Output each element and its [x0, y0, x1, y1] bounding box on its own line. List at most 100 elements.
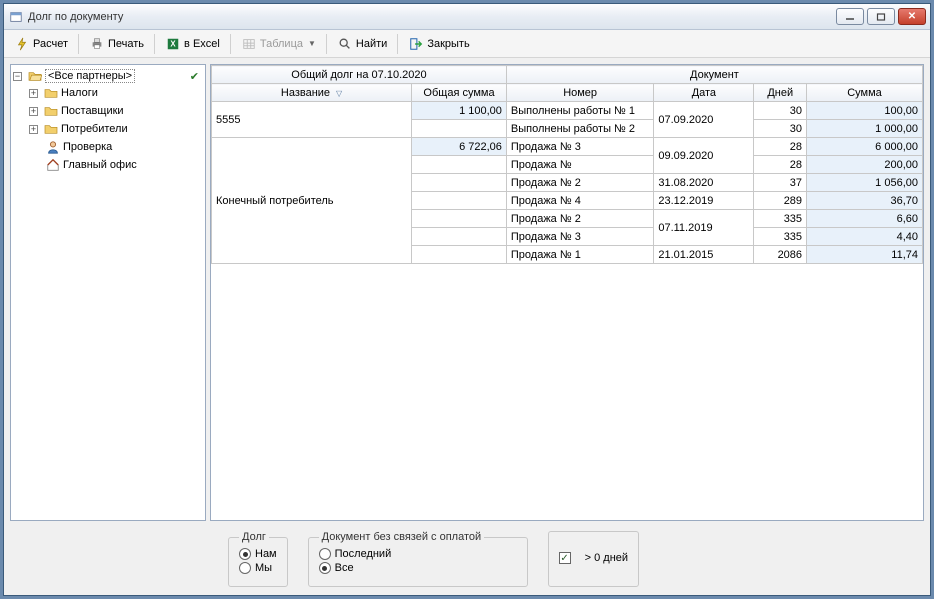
radio-icon	[239, 548, 251, 560]
collapse-icon[interactable]: −	[13, 72, 22, 81]
home-icon	[45, 157, 61, 173]
check-icon: ✔	[190, 70, 203, 83]
svg-text:X: X	[170, 39, 176, 48]
cell-sum: 6,60	[807, 210, 923, 228]
col-sum[interactable]: Сумма	[807, 84, 923, 102]
cell-name: 5555	[212, 102, 412, 138]
toolbar-sep	[326, 34, 327, 54]
maximize-button[interactable]	[867, 8, 895, 25]
docopt-legend: Документ без связей с оплатой	[319, 531, 485, 543]
cell-date: 31.08.2020	[654, 174, 754, 192]
table-row[interactable]: 5555 1 100,00 Выполнены работы № 1 07.09…	[212, 102, 923, 120]
toolbar-sep	[154, 34, 155, 54]
days-label: > 0 дней	[585, 552, 628, 564]
expand-icon[interactable]: +	[29, 89, 38, 98]
cell-days: 335	[754, 228, 807, 246]
col-name[interactable]: Название▽	[212, 84, 412, 102]
cell-sum: 1 000,00	[807, 120, 923, 138]
radio-icon	[319, 548, 331, 560]
docopt-last-radio[interactable]: Последний	[319, 547, 517, 561]
header-total-debt[interactable]: Общий долг на 07.10.2020	[212, 66, 507, 84]
find-label: Найти	[356, 38, 387, 50]
debt-my-radio[interactable]: Мы	[239, 561, 277, 575]
exit-icon	[408, 36, 424, 52]
debt-grid[interactable]: Общий долг на 07.10.2020 Документ Назван…	[210, 64, 924, 521]
find-button[interactable]: Найти	[331, 34, 393, 54]
cell-date: 07.09.2020	[654, 102, 754, 138]
table-button[interactable]: Таблица ▼	[235, 34, 322, 54]
search-icon	[337, 36, 353, 52]
checkbox-icon	[559, 552, 571, 564]
header-doc[interactable]: Документ	[506, 66, 922, 84]
cell-days: 289	[754, 192, 807, 210]
docopt-all-radio[interactable]: Все	[319, 561, 517, 575]
close-label: Закрыть	[427, 38, 469, 50]
app-icon	[8, 9, 24, 25]
cell-total: 6 722,06	[412, 138, 507, 156]
radio-icon	[319, 562, 331, 574]
tree-label: Проверка	[63, 141, 112, 153]
col-days[interactable]: Дней	[754, 84, 807, 102]
cell-doc: Продажа № 2	[506, 174, 653, 192]
chevron-down-icon: ▼	[306, 39, 316, 48]
print-button[interactable]: Печать	[83, 34, 150, 54]
close-button[interactable]: Закрыть	[402, 34, 475, 54]
expand-icon[interactable]: +	[29, 107, 38, 116]
cell-sum: 100,00	[807, 102, 923, 120]
tree-item-taxes[interactable]: + Налоги	[29, 85, 203, 101]
table-row[interactable]: Конечный потребитель 6 722,06 Продажа № …	[212, 138, 923, 156]
minimize-button[interactable]	[836, 8, 864, 25]
print-label: Печать	[108, 38, 144, 50]
calc-button[interactable]: Расчет	[8, 34, 74, 54]
days-check[interactable]: > 0 дней	[559, 551, 628, 565]
cell-days: 37	[754, 174, 807, 192]
printer-icon	[89, 36, 105, 52]
debt-nam-radio[interactable]: Нам	[239, 547, 277, 561]
col-date[interactable]: Дата	[654, 84, 754, 102]
cell-days: 28	[754, 138, 807, 156]
toolbar-sep	[78, 34, 79, 54]
col-num[interactable]: Номер	[506, 84, 653, 102]
window-title: Долг по документу	[28, 11, 836, 23]
tree-item-check[interactable]: Проверка	[29, 139, 203, 155]
partner-tree[interactable]: − <Все партнеры> ✔ + Налоги	[10, 64, 206, 521]
footer-panel: Долг Нам Мы Документ без связей с оплато…	[4, 527, 930, 595]
folder-icon	[43, 85, 59, 101]
cell-doc: Продажа № 4	[506, 192, 653, 210]
debt-legend: Долг	[239, 531, 269, 543]
cell-days: 30	[754, 120, 807, 138]
excel-button[interactable]: X в Excel	[159, 34, 226, 54]
col-total[interactable]: Общая сумма	[412, 84, 507, 102]
tree-item-consumers[interactable]: + Потребители	[29, 121, 203, 137]
days-group: > 0 дней	[548, 531, 639, 587]
close-window-button[interactable]: ✕	[898, 8, 926, 25]
tree-root[interactable]: − <Все партнеры> ✔	[13, 68, 203, 84]
tree-item-suppliers[interactable]: + Поставщики	[29, 103, 203, 119]
app-window: Долг по документу ✕ Расчет Печать X в Ex…	[3, 3, 931, 596]
docopt-all-label: Все	[335, 562, 354, 574]
excel-label: в Excel	[184, 38, 220, 50]
expand-icon[interactable]: +	[29, 125, 38, 134]
folder-open-icon	[27, 68, 43, 84]
radio-icon	[239, 562, 251, 574]
folder-icon	[43, 121, 59, 137]
person-icon	[45, 139, 61, 155]
content-area: − <Все партнеры> ✔ + Налоги	[4, 58, 930, 527]
cell-date: 23.12.2019	[654, 192, 754, 210]
calc-label: Расчет	[33, 38, 68, 50]
tree-label: Налоги	[61, 87, 98, 99]
tree-item-office[interactable]: Главный офис	[29, 157, 203, 173]
cell-doc: Продажа № 2	[506, 210, 653, 228]
cell-doc: Выполнены работы № 2	[506, 120, 653, 138]
cell-doc: Продажа № 3	[506, 138, 653, 156]
tree-root-label: <Все партнеры>	[45, 69, 135, 83]
cell-doc: Выполнены работы № 1	[506, 102, 653, 120]
cell-date: 07.11.2019	[654, 210, 754, 246]
cell-days: 28	[754, 156, 807, 174]
tree-label: Потребители	[61, 123, 128, 135]
bolt-icon	[14, 36, 30, 52]
table-icon	[241, 36, 257, 52]
debt-my-label: Мы	[255, 562, 272, 574]
cell-name: Конечный потребитель	[212, 138, 412, 264]
cell-sum: 36,70	[807, 192, 923, 210]
